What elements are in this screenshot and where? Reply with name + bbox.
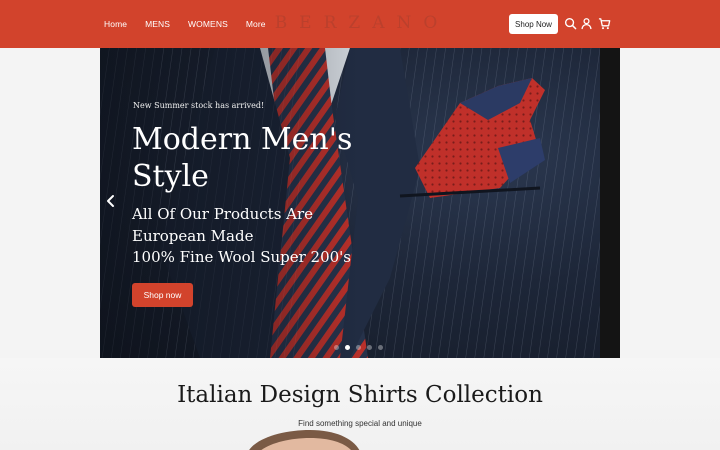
hero-title-line: Modern Men's bbox=[132, 122, 353, 157]
slide-dot[interactable] bbox=[356, 345, 361, 350]
hero-subtitle: All Of Our Products Are European Made 10… bbox=[132, 204, 392, 269]
collection-section: Italian Design Shirts Collection Find so… bbox=[0, 358, 720, 450]
nav-more[interactable]: More bbox=[246, 19, 266, 29]
user-icon[interactable] bbox=[580, 17, 593, 30]
shop-now-button[interactable]: Shop Now bbox=[509, 14, 558, 34]
search-icon[interactable] bbox=[564, 17, 577, 30]
chevron-left-icon[interactable] bbox=[105, 193, 117, 209]
model-image bbox=[249, 430, 360, 450]
hero-slider: New Summer stock has arrived! Modern Men… bbox=[100, 48, 620, 358]
nav-womens[interactable]: WOMENS bbox=[188, 19, 228, 29]
slide-indicators bbox=[334, 345, 383, 350]
nav-home[interactable]: Home bbox=[104, 19, 127, 29]
hero-overlay bbox=[100, 48, 360, 358]
hero-subtitle-line: 100% Fine Wool Super 200's bbox=[132, 248, 351, 266]
next-slide-peek bbox=[600, 48, 620, 358]
slide-dot[interactable] bbox=[378, 345, 383, 350]
slide-dot[interactable] bbox=[334, 345, 339, 350]
cart-icon[interactable] bbox=[598, 17, 611, 30]
nav-mens[interactable]: MENS bbox=[145, 19, 170, 29]
site-header: Home MENS WOMENS More BERZANO Shop Now bbox=[0, 0, 720, 48]
brand-logo[interactable]: BERZANO bbox=[274, 13, 450, 33]
hero-subtitle-line: European Made bbox=[132, 226, 254, 245]
section-subtitle: Find something special and unique bbox=[298, 419, 422, 428]
hero-title-line: Style bbox=[132, 159, 209, 194]
section-title: Italian Design Shirts Collection bbox=[177, 382, 543, 408]
hero-subtitle-line: All Of Our Products Are bbox=[132, 205, 314, 223]
hero-kicker: New Summer stock has arrived! bbox=[133, 101, 265, 110]
hero-shop-now-button[interactable]: Shop now bbox=[132, 283, 193, 307]
slide-dot[interactable] bbox=[367, 345, 372, 350]
main-nav: Home MENS WOMENS More bbox=[104, 0, 284, 48]
slide-dot-active[interactable] bbox=[345, 345, 350, 350]
hero-title: Modern Men's Style bbox=[132, 121, 372, 195]
